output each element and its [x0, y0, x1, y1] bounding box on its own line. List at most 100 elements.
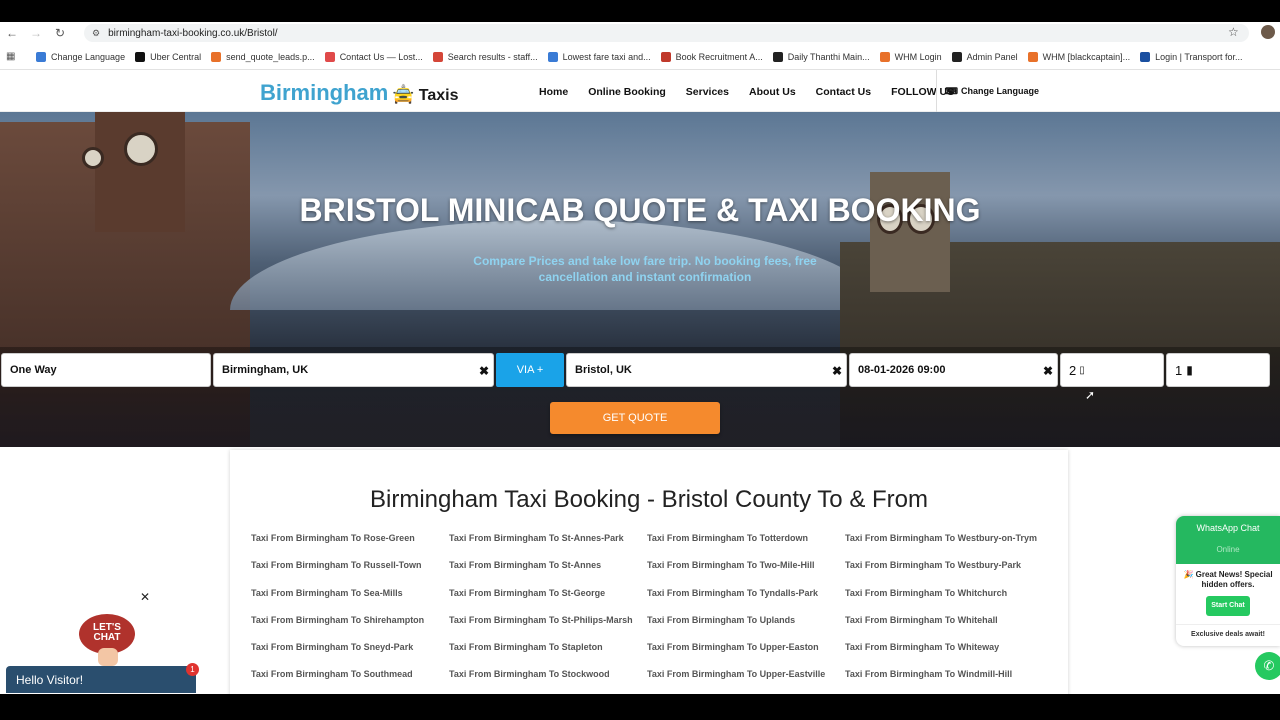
clear-pickup-icon[interactable]: ✖ [479, 364, 489, 378]
bookmark-favicon-icon [772, 51, 783, 62]
bookmark-item[interactable]: Admin Panel [951, 51, 1018, 62]
bookmark-item[interactable]: Daily Thanthi Main... [772, 51, 870, 62]
chat-widget-bar[interactable]: Hello Visitor! [6, 666, 196, 693]
logo-main-text: Birmingham [260, 80, 389, 105]
forward-icon[interactable]: → [24, 26, 48, 40]
hand-icon [98, 648, 118, 666]
hero-clock-left [124, 132, 158, 166]
trip-type-value: One Way [10, 364, 57, 376]
taxi-route-link[interactable]: Taxi From Birmingham To Westbury-on-Trym [845, 532, 1055, 559]
apps-grid-icon[interactable]: ▦ [6, 51, 22, 62]
bookmark-item[interactable]: Change Language [36, 51, 125, 62]
site-logo[interactable]: Birmingham 🚖 Taxis [260, 80, 459, 106]
taxi-route-link[interactable]: Taxi From Birmingham To Totterdown [647, 532, 845, 559]
taxi-route-link[interactable]: Taxi From Birmingham To Shirehampton [251, 614, 449, 641]
taxi-route-link[interactable]: Taxi From Birmingham To Southmead [251, 668, 449, 694]
close-chat-icon[interactable]: ✕ [140, 590, 150, 604]
taxi-route-link[interactable]: Taxi From Birmingham To St-Annes [449, 559, 647, 586]
site-header: Birmingham 🚖 Taxis Home Online Booking Ser… [0, 70, 1280, 112]
bookmark-item[interactable]: WHM Login [879, 51, 942, 62]
taxi-route-link[interactable]: Taxi From Birmingham To Westbury-Park [845, 559, 1055, 586]
bookmark-item[interactable]: Book Recruitment A... [660, 51, 763, 62]
taxi-route-link[interactable]: Taxi From Birmingham To St-Annes-Park [449, 532, 647, 559]
luggage-select[interactable]: 1 ▮ [1166, 353, 1270, 387]
back-icon[interactable]: ← [0, 26, 24, 40]
pickup-value: Birmingham, UK [222, 364, 309, 376]
bookmark-favicon-icon [1140, 51, 1151, 62]
passengers-select[interactable]: 2 ▯ [1060, 353, 1164, 387]
site-info-icon[interactable]: ⚙ [92, 28, 100, 39]
hero-clock-small [82, 147, 104, 169]
screen-top-bar [0, 0, 1280, 22]
taxi-route-link[interactable]: Taxi From Birmingham To Whiteway [845, 641, 1055, 668]
bookmark-item[interactable]: Uber Central [135, 51, 202, 62]
nav-item[interactable]: About Us [749, 86, 796, 98]
taxi-route-link[interactable]: Taxi From Birmingham To Windmill-Hill [845, 668, 1055, 694]
taxi-route-link[interactable]: Taxi From Birmingham To Whitchurch [845, 587, 1055, 614]
clear-datetime-icon[interactable]: ✖ [1043, 364, 1053, 378]
bookmark-item[interactable]: WHM [blackcaptain]... [1027, 51, 1130, 62]
whatsapp-icon[interactable]: ✆ [1255, 652, 1280, 680]
clear-dropoff-icon[interactable]: ✖ [832, 364, 842, 378]
start-chat-button[interactable]: Start Chat [1206, 596, 1250, 616]
change-language-button[interactable]: ⌨ Change Language [936, 70, 1039, 112]
passenger-icon: ▯ [1079, 364, 1085, 376]
taxi-route-link[interactable]: Taxi From Birmingham To Sneyd-Park [251, 641, 449, 668]
whatsapp-status: Online [1216, 545, 1240, 554]
main-nav: Home Online Booking Services About Us Contac… [539, 86, 974, 98]
taxi-route-link[interactable]: Taxi From Birmingham To Uplands [647, 614, 845, 641]
taxi-route-link[interactable]: Taxi From Birmingham To Rose-Green [251, 532, 449, 559]
taxi-route-link[interactable]: Taxi From Birmingham To Upper-Easton [647, 641, 845, 668]
taxi-route-link[interactable]: Taxi From Birmingham To Tyndalls-Park [647, 587, 845, 614]
bookmark-star-icon[interactable]: ☆ [1228, 25, 1239, 39]
taxi-route-link[interactable]: Taxi From Birmingham To Sea-Mills [251, 587, 449, 614]
logo-sub-text: Taxis [418, 87, 459, 104]
nav-item[interactable]: Home [539, 86, 568, 98]
bookmark-favicon-icon [36, 51, 46, 62]
mouse-cursor-icon: ➚ [1085, 388, 1096, 402]
address-bar[interactable]: ⚙ birmingham-taxi-booking.co.uk/Bristol/ [84, 24, 1249, 42]
bookmark-item[interactable]: Lowest fare taxi and... [547, 51, 651, 62]
dropoff-value: Bristol, UK [575, 364, 632, 376]
nav-item[interactable]: Online Booking [588, 86, 666, 98]
whatsapp-offer-text: 🎉 Great News! Special hidden offers. [1183, 570, 1273, 589]
whatsapp-footer: Exclusive deals await! [1176, 624, 1280, 638]
hero-title: BRISTOL MINICAB QUOTE & TAXI BOOKING [299, 192, 981, 228]
bookmark-label: send_quote_leads.p... [226, 51, 315, 62]
taxi-route-link[interactable]: Taxi From Birmingham To Two-Mile-Hill [647, 559, 845, 586]
taxi-route-link[interactable]: Taxi From Birmingham To Whitehall [845, 614, 1055, 641]
dropoff-input[interactable]: Bristol, UK ✖ [566, 353, 847, 387]
via-button[interactable]: VIA + [496, 353, 564, 387]
bookmark-item[interactable]: Contact Us — Lost... [324, 51, 423, 62]
get-quote-button[interactable]: GET QUOTE [550, 402, 720, 434]
browser-toolbar: ← → ↻ ⚙ birmingham-taxi-booking.co.uk/Br… [0, 22, 1280, 44]
bookmark-label: Lowest fare taxi and... [562, 51, 651, 62]
bookmark-label: Daily Thanthi Main... [787, 51, 870, 62]
web-page: Birmingham 🚖 Taxis Home Online Booking Ser… [0, 70, 1280, 694]
bookmark-favicon-icon [211, 51, 222, 62]
taxi-route-link[interactable]: Taxi From Birmingham To Stapleton [449, 641, 647, 668]
taxi-route-link[interactable]: Taxi From Birmingham To St-George [449, 587, 647, 614]
taxi-route-link[interactable]: Taxi From Birmingham To Upper-Eastville [647, 668, 845, 694]
bookmark-item[interactable]: send_quote_leads.p... [211, 51, 315, 62]
reload-icon[interactable]: ↻ [48, 26, 72, 40]
datetime-input[interactable]: 08-01-2026 09:00 ✖ [849, 353, 1058, 387]
trip-type-select[interactable]: One Way [1, 353, 211, 387]
bookmark-label: Admin Panel [966, 51, 1018, 62]
nav-item[interactable]: Contact Us [816, 86, 871, 98]
bookmark-label: Uber Central [150, 51, 202, 62]
pickup-input[interactable]: Birmingham, UK ✖ [213, 353, 494, 387]
hero-banner: BRISTOL MINICAB QUOTE & TAXI BOOKING Com… [0, 112, 1280, 447]
taxi-route-link[interactable]: Taxi From Birmingham To Stockwood [449, 668, 647, 694]
bookmark-item[interactable]: Search results - staff... [432, 51, 538, 62]
bookmark-label: Login | Transport for... [1155, 51, 1243, 62]
profile-avatar[interactable] [1261, 25, 1275, 39]
nav-item[interactable]: Services [686, 86, 729, 98]
taxi-route-link[interactable]: Taxi From Birmingham To Russell-Town [251, 559, 449, 586]
url-text: birmingham-taxi-booking.co.uk/Bristol/ [108, 27, 278, 39]
whatsapp-title: WhatsApp Chat [1196, 523, 1260, 533]
whatsapp-chat-panel: WhatsApp Chat Online 🎉 Great News! Speci… [1176, 516, 1280, 646]
taxi-route-link[interactable]: Taxi From Birmingham To St-Philips-Marsh [449, 614, 647, 641]
bookmark-favicon-icon [1027, 51, 1038, 62]
bookmark-item[interactable]: Login | Transport for... [1140, 51, 1243, 62]
